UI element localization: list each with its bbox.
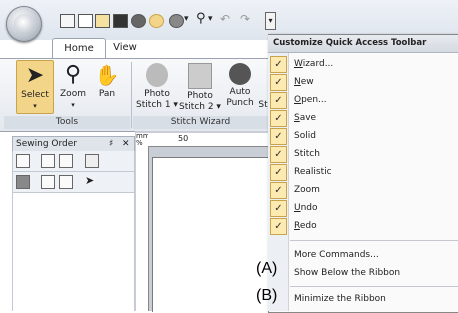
menu-item-more-commands[interactable]: More Commands...	[268, 246, 458, 264]
menu-item-stitch[interactable]: ✓ Stitch	[268, 145, 458, 163]
pointer-icon[interactable]: ➤	[85, 174, 94, 187]
save-icon[interactable]	[113, 14, 128, 28]
move-last-icon[interactable]	[59, 154, 73, 168]
zoom-dropdown-icon[interactable]: ▾	[208, 14, 213, 24]
undo-icon[interactable]: ↶	[220, 12, 230, 26]
horizontal-ruler: 50	[148, 133, 270, 147]
realistic-dropdown-icon[interactable]: ▾	[184, 14, 189, 24]
menu-item-open[interactable]: ✓ Open...	[268, 91, 458, 109]
photo-stitch-1-button[interactable]: Photo Stitch 1 ▾	[136, 60, 178, 112]
menu-item-minimize-ribbon[interactable]: Minimize the Ribbon	[268, 290, 458, 308]
apple-icon	[229, 63, 251, 85]
check-icon: ✓	[270, 92, 287, 109]
close-icon[interactable]: ✕	[122, 137, 130, 151]
color-icon[interactable]	[16, 175, 30, 189]
pan-button[interactable]: ✋ Pan	[92, 60, 122, 112]
move-backward-icon[interactable]	[59, 175, 73, 189]
menu-separator	[290, 286, 458, 287]
hand-icon: ✋	[94, 63, 120, 87]
menu-item-wizard[interactable]: ✓ Wizard...	[268, 55, 458, 73]
tools-group-label: Tools	[4, 116, 130, 129]
check-icon: ✓	[270, 182, 287, 199]
sewing-order-toolbar-2: ➤	[12, 172, 135, 193]
stitch-icon[interactable]	[149, 14, 164, 28]
redo-icon[interactable]: ↷	[240, 12, 250, 26]
menu-item-redo[interactable]: ✓ Redo	[268, 217, 458, 235]
move-first-icon[interactable]	[41, 154, 55, 168]
callout-b: (B)	[256, 287, 278, 304]
tab-home[interactable]: Home	[52, 38, 106, 59]
check-icon: ✓	[270, 200, 287, 217]
pin-icon[interactable]: ♯	[109, 137, 113, 151]
split-icon[interactable]	[85, 154, 99, 168]
partial-icon	[258, 63, 268, 87]
photo-stitch-2-button[interactable]: Photo Stitch 2 ▾	[179, 60, 221, 112]
new-icon[interactable]	[78, 14, 93, 28]
move-forward-icon[interactable]	[41, 175, 55, 189]
check-icon: ✓	[270, 74, 287, 91]
solid-icon[interactable]	[131, 14, 146, 28]
zoom-icon[interactable]: ⚲	[196, 11, 206, 26]
wizard-icon[interactable]	[60, 14, 75, 28]
vertical-ruler	[136, 146, 149, 311]
stitch-wizard-group-label: Stitch Wizard	[133, 116, 268, 129]
magnifier-icon: ⚲	[64, 62, 82, 87]
sewing-order-header: Sewing Order ♯ ✕	[12, 136, 135, 152]
check-icon: ✓	[270, 128, 287, 145]
zoom-button[interactable]: ⚲ Zoom ▾	[56, 60, 90, 112]
panel-title: Sewing Order	[16, 139, 77, 149]
customize-qat-dropdown-icon[interactable]: ▾	[265, 12, 276, 30]
ruler-corner: mm %	[136, 133, 150, 147]
sewing-order-list[interactable]	[12, 193, 135, 311]
open-icon[interactable]	[95, 14, 110, 28]
check-icon: ✓	[270, 146, 287, 163]
auto-punch-button[interactable]: Auto Punch	[222, 60, 258, 112]
menu-item-save[interactable]: ✓ Save	[268, 109, 458, 127]
check-icon: ✓	[270, 164, 287, 181]
select-button[interactable]: ➤ Select ▾	[16, 60, 54, 114]
design-page[interactable]	[152, 157, 271, 312]
menu-item-solid[interactable]: ✓ Solid	[268, 127, 458, 145]
callout-a: (A)	[256, 260, 278, 277]
menu-title: Customize Quick Access Toolbar	[268, 35, 458, 53]
menu-item-realistic[interactable]: ✓ Realistic	[268, 163, 458, 181]
application-logo-icon	[14, 14, 34, 34]
menu-separator	[290, 240, 458, 241]
menu-item-show-below-ribbon[interactable]: Show Below the Ribbon	[268, 264, 458, 282]
check-icon: ✓	[270, 56, 287, 73]
ribbon-separator	[131, 62, 132, 128]
ruler-mark: 50	[178, 134, 189, 143]
sewing-order-toolbar-1	[12, 151, 135, 172]
check-icon: ✓	[270, 218, 287, 235]
portrait-frame-icon	[188, 63, 212, 89]
menu-item-new[interactable]: ✓ New	[268, 73, 458, 91]
cut-off-ribbon-button[interactable]: St	[258, 60, 268, 112]
tab-view[interactable]: View	[108, 38, 142, 58]
menu-item-undo[interactable]: ✓ Undo	[268, 199, 458, 217]
portrait-icon	[146, 63, 168, 87]
realistic-icon[interactable]	[169, 14, 184, 28]
menu-item-zoom[interactable]: ✓ Zoom	[268, 181, 458, 199]
arrow-pointer-icon: ➤	[25, 63, 45, 88]
application-button[interactable]	[6, 6, 42, 42]
check-icon: ✓	[270, 110, 287, 127]
fit-view-icon[interactable]	[16, 154, 30, 168]
